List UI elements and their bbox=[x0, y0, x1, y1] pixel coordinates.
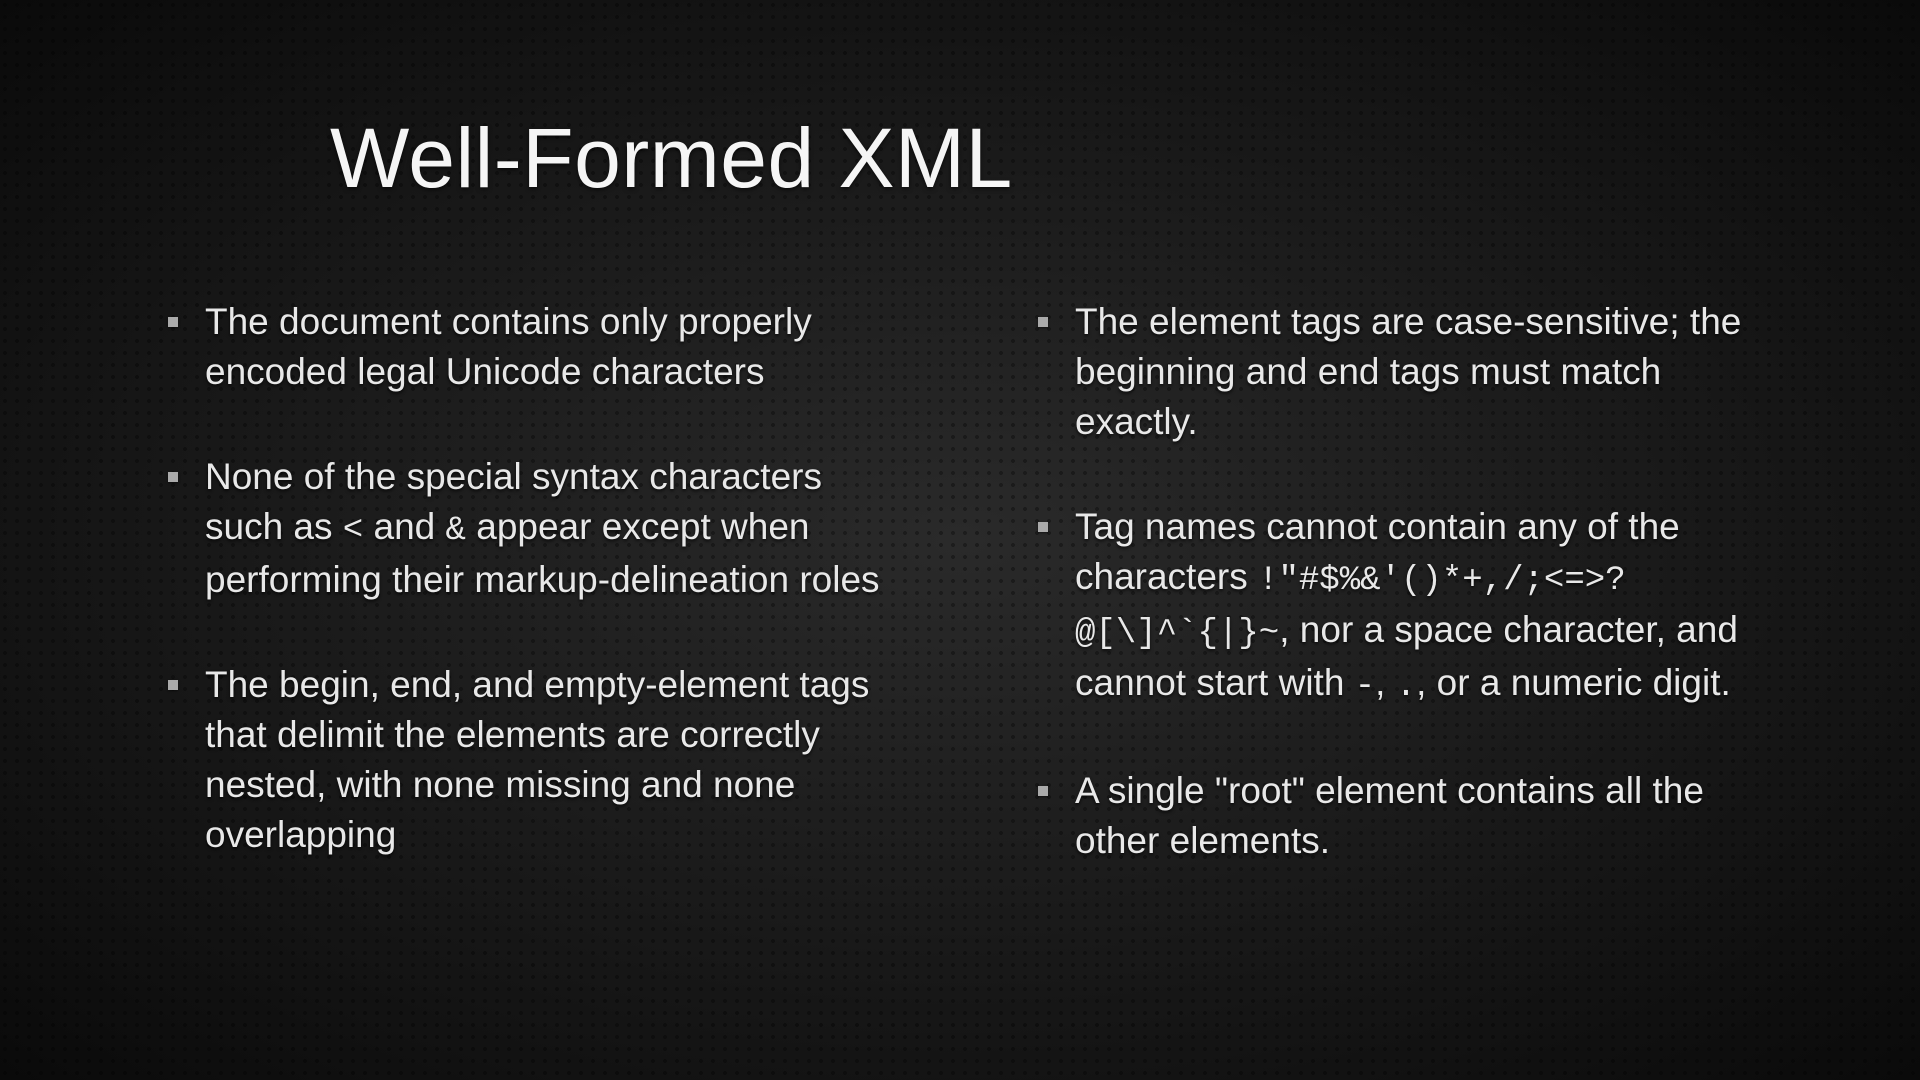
list-item: The element tags are case-sensitive; the… bbox=[1030, 297, 1760, 447]
code-text: & bbox=[446, 512, 466, 550]
list-item: None of the special syntax characters su… bbox=[160, 452, 890, 605]
list-item: Tag names cannot contain any of the char… bbox=[1030, 502, 1760, 711]
content-columns: The document contains only properly enco… bbox=[160, 297, 1760, 920]
slide-title: Well-Formed XML bbox=[330, 110, 1760, 207]
right-bullet-list: The element tags are case-sensitive; the… bbox=[1030, 297, 1760, 865]
list-item: The begin, end, and empty-element tags t… bbox=[160, 660, 890, 860]
right-column: The element tags are case-sensitive; the… bbox=[990, 297, 1760, 920]
list-item: The document contains only properly enco… bbox=[160, 297, 890, 397]
slide: Well-Formed XML The document contains on… bbox=[0, 0, 1920, 1080]
list-item: A single "root" element contains all the… bbox=[1030, 766, 1760, 866]
text-span: and bbox=[363, 506, 445, 547]
code-text: . bbox=[1396, 668, 1416, 706]
code-text: - bbox=[1355, 668, 1375, 706]
text-span: , bbox=[1375, 662, 1396, 703]
left-column: The document contains only properly enco… bbox=[160, 297, 890, 920]
code-text: < bbox=[343, 512, 363, 550]
text-span: , or a numeric digit. bbox=[1416, 662, 1731, 703]
left-bullet-list: The document contains only properly enco… bbox=[160, 297, 890, 859]
